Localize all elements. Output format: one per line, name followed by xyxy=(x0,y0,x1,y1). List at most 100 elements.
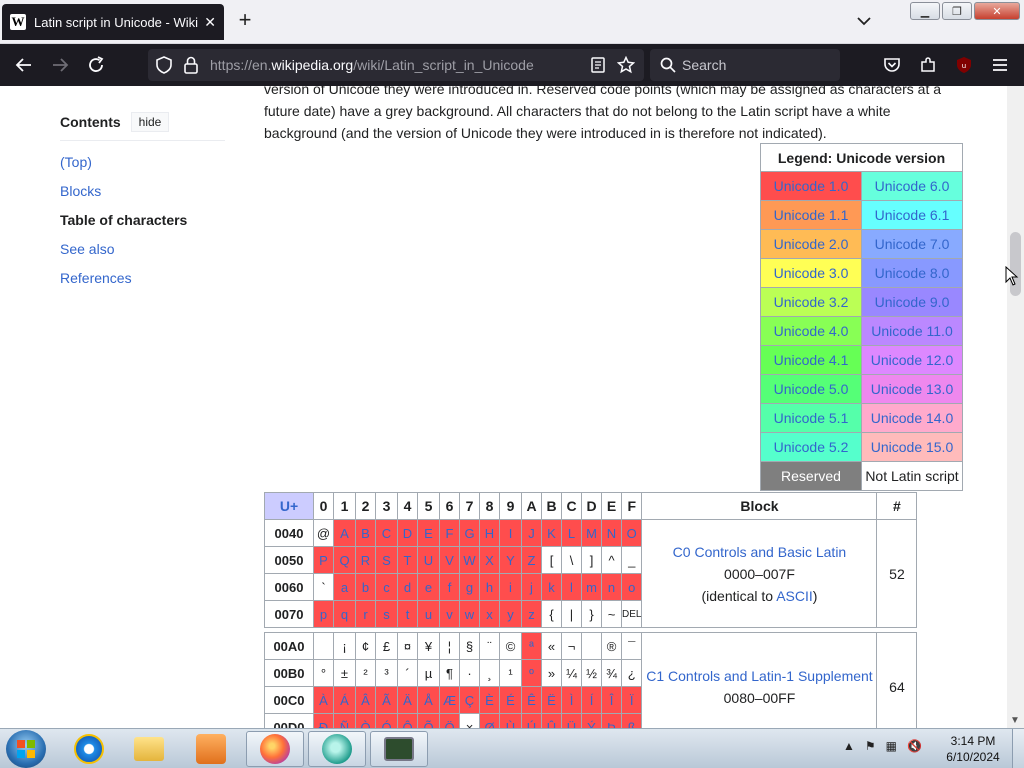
character-cell[interactable]: ª xyxy=(521,632,542,660)
character-cell[interactable]: [ xyxy=(541,546,562,574)
character-cell[interactable]: Ò xyxy=(355,713,376,728)
character-cell[interactable]: h xyxy=(479,573,500,601)
legend-version-left[interactable]: Unicode 4.0 xyxy=(760,316,862,346)
character-cell[interactable]: c xyxy=(375,573,398,601)
character-cell[interactable]: ß xyxy=(620,713,643,728)
character-cell[interactable]: Ô xyxy=(397,713,418,728)
character-cell[interactable]: µ xyxy=(417,659,440,687)
character-cell[interactable]: N xyxy=(601,519,622,547)
character-cell[interactable]: r xyxy=(355,600,376,628)
legend-version-left[interactable]: Unicode 4.1 xyxy=(760,345,862,375)
character-cell[interactable]: A xyxy=(333,519,356,547)
character-cell[interactable]: R xyxy=(355,546,376,574)
character-cell[interactable]: ¤ xyxy=(397,632,418,660)
character-cell[interactable]: W xyxy=(459,546,480,574)
action-center-flag-icon[interactable]: ⚑ xyxy=(865,739,876,753)
character-cell[interactable]: Ê xyxy=(521,686,542,714)
list-all-tabs-chevron-down-icon[interactable] xyxy=(855,12,873,30)
legend-version-right[interactable]: Unicode 9.0 xyxy=(861,287,963,317)
block-name-link[interactable]: C1 Controls and Latin-1 Supplement xyxy=(646,668,872,684)
character-cell[interactable]: F xyxy=(439,519,460,547)
bookmark-star-icon[interactable] xyxy=(616,55,636,75)
character-cell[interactable]: u xyxy=(417,600,440,628)
character-cell[interactable]: _ xyxy=(620,546,643,574)
character-cell[interactable]: C xyxy=(375,519,398,547)
minimize-window-button[interactable]: ▁ xyxy=(910,2,940,20)
firefox-taskbar-button[interactable] xyxy=(246,731,304,767)
character-cell[interactable]: · xyxy=(459,659,480,687)
show-hidden-icons-icon[interactable]: ▲ xyxy=(843,739,855,753)
toc-item-references[interactable]: References xyxy=(60,270,225,287)
ascii-link[interactable]: ASCII xyxy=(776,588,813,604)
close-window-button[interactable]: ✕ xyxy=(974,2,1020,20)
character-cell[interactable]: s xyxy=(375,600,398,628)
character-cell[interactable]: DEL xyxy=(620,600,643,628)
character-cell[interactable]: X xyxy=(479,546,500,574)
character-cell[interactable]: k xyxy=(541,573,562,601)
legend-version-right[interactable]: Unicode 14.0 xyxy=(861,403,963,433)
toc-item-table-of-characters[interactable]: Table of characters xyxy=(60,212,225,229)
toc-item-top[interactable]: (Top) xyxy=(60,154,225,171)
character-cell[interactable]: y xyxy=(499,600,522,628)
character-cell[interactable]: G xyxy=(459,519,480,547)
character-cell[interactable]: E xyxy=(417,519,440,547)
character-cell[interactable]: Ö xyxy=(439,713,460,728)
character-cell[interactable]: J xyxy=(521,519,542,547)
character-cell[interactable]: U xyxy=(417,546,440,574)
character-cell[interactable]: Ù xyxy=(499,713,522,728)
character-cell[interactable]: Ó xyxy=(375,713,398,728)
legend-version-left[interactable]: Unicode 2.0 xyxy=(760,229,862,259)
character-cell[interactable]: ¯ xyxy=(620,632,643,660)
address-bar[interactable]: https://en.wikipedia.org/wiki/Latin_scri… xyxy=(148,49,644,81)
character-cell[interactable] xyxy=(313,632,334,660)
forward-arrow-icon[interactable] xyxy=(50,55,70,75)
close-tab-icon[interactable]: ✕ xyxy=(204,14,216,31)
character-cell[interactable]: Û xyxy=(541,713,562,728)
character-cell[interactable]: ² xyxy=(355,659,376,687)
character-cell[interactable]: ¿ xyxy=(620,659,643,687)
extensions-puzzle-icon[interactable] xyxy=(918,55,938,75)
volume-muted-icon[interactable]: 🔇 xyxy=(907,739,922,753)
character-cell[interactable]: ® xyxy=(601,632,622,660)
character-cell[interactable]: } xyxy=(581,600,602,628)
character-cell[interactable]: L xyxy=(561,519,582,547)
back-arrow-icon[interactable] xyxy=(14,55,34,75)
character-cell[interactable]: f xyxy=(439,573,460,601)
character-cell[interactable]: { xyxy=(541,600,562,628)
character-cell[interactable]: T xyxy=(397,546,418,574)
legend-version-right[interactable]: Unicode 7.0 xyxy=(861,229,963,259)
character-cell[interactable] xyxy=(581,632,602,660)
character-cell[interactable]: O xyxy=(620,519,643,547)
legend-version-right[interactable]: Unicode 15.0 xyxy=(861,432,963,462)
character-cell[interactable]: K xyxy=(541,519,562,547)
search-bar[interactable]: Search xyxy=(650,49,840,81)
character-cell[interactable]: q xyxy=(333,600,356,628)
reader-view-icon[interactable] xyxy=(588,55,608,75)
character-cell[interactable]: Z xyxy=(521,546,542,574)
start-button[interactable] xyxy=(6,730,46,768)
character-cell[interactable]: M xyxy=(581,519,602,547)
character-cell[interactable]: ¨ xyxy=(479,632,500,660)
character-cell[interactable]: Í xyxy=(581,686,602,714)
legend-version-left[interactable]: Unicode 5.1 xyxy=(760,403,862,433)
character-cell[interactable]: Q xyxy=(333,546,356,574)
character-cell[interactable]: Æ xyxy=(439,686,460,714)
character-cell[interactable]: Ï xyxy=(620,686,643,714)
legend-version-left[interactable]: Unicode 3.0 xyxy=(760,258,862,288)
character-cell[interactable]: x xyxy=(479,600,500,628)
character-cell[interactable]: o xyxy=(620,573,643,601)
character-cell[interactable]: ¡ xyxy=(333,632,356,660)
character-cell[interactable]: ³ xyxy=(375,659,398,687)
character-cell[interactable]: Ä xyxy=(397,686,418,714)
character-cell[interactable]: É xyxy=(499,686,522,714)
new-tab-button[interactable]: + xyxy=(234,9,256,32)
lock-icon[interactable] xyxy=(181,55,201,75)
block-name-link[interactable]: C0 Controls and Basic Latin xyxy=(673,544,847,560)
internet-explorer-taskbar-button[interactable] xyxy=(60,731,118,767)
character-cell[interactable]: ¹ xyxy=(499,659,522,687)
character-cell[interactable]: Þ xyxy=(601,713,622,728)
character-cell[interactable]: Ã xyxy=(375,686,398,714)
character-cell[interactable]: I xyxy=(499,519,522,547)
character-cell[interactable]: ½ xyxy=(581,659,602,687)
restore-window-button[interactable]: ❐ xyxy=(942,2,972,20)
